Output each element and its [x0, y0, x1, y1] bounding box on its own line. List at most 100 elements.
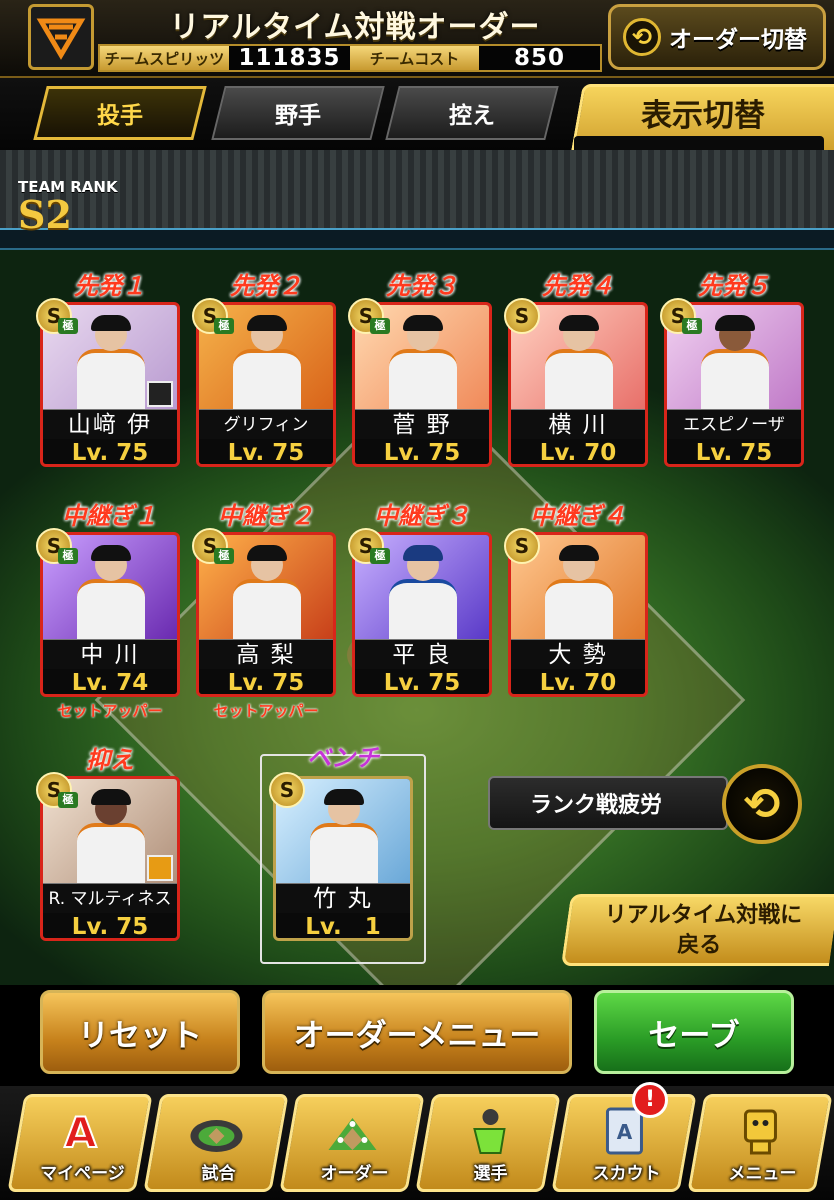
player-name: 横 川 — [511, 409, 645, 439]
player-level: Lv. 70 — [511, 669, 645, 694]
save-button[interactable]: セーブ — [594, 990, 794, 1074]
player-level: Lv. 70 — [511, 439, 645, 464]
page-title: リアルタイム対戦オーダー — [169, 10, 541, 45]
order-menu-button[interactable]: オーダーメニュー — [262, 990, 572, 1074]
nav-label: スカウト — [592, 1164, 661, 1184]
rank-s-badge-icon: S — [504, 528, 540, 564]
team-cost-label: チームコスト — [350, 46, 479, 70]
scout-alert-badge: ! — [632, 1082, 668, 1118]
fatigue-refresh-icon[interactable]: ⟲ — [722, 764, 802, 844]
team-cost-value: 850 — [478, 45, 600, 71]
nav-order[interactable]: オーダー — [279, 1094, 425, 1192]
player-icon — [458, 1103, 518, 1161]
slot-label: 中継ぎ１ — [62, 502, 158, 530]
nav-label: マイページ — [40, 1164, 125, 1184]
slot-label: 先発２ — [230, 272, 302, 300]
player-level: Lv. 75 — [43, 439, 177, 464]
team-rank: TEAM RANK S2 — [18, 178, 138, 238]
rank-s-badge-icon: S — [192, 528, 234, 564]
tab-fielder[interactable]: 野手 — [211, 86, 385, 140]
slot-label: 先発４ — [542, 272, 614, 300]
back-button-line1: リアルタイム対戦に — [604, 903, 803, 928]
order-switch-button[interactable]: ⟲ オーダー切替 — [608, 4, 826, 70]
slot-label: 中継ぎ３ — [374, 502, 470, 530]
nav-players[interactable]: 選手 — [415, 1094, 561, 1192]
tab-fielder-label: 野手 — [275, 103, 321, 129]
closer-slot[interactable]: 抑え R. マルティネス Lv. 75 S — [36, 746, 180, 941]
rank-s-badge-icon: S — [36, 772, 78, 808]
player-name: エスピノーザ — [667, 409, 801, 439]
slot-label: 先発３ — [386, 272, 458, 300]
reliever-slot-2[interactable]: 中継ぎ２ 高 梨 Lv. 75 S セットアッパー — [192, 502, 336, 720]
nav-game[interactable]: 試合 — [143, 1094, 289, 1192]
starter-slot-3[interactable]: 先発３ 菅 野 Lv. 75 S — [348, 272, 492, 467]
tab-reserve-label: 控え — [449, 103, 495, 129]
giants-logo-icon — [28, 4, 94, 70]
slot-label: 中継ぎ４ — [530, 502, 626, 530]
player-level: Lv. 1 — [276, 913, 410, 938]
starter-slot-2[interactable]: 先発２ グリフィン Lv. 75 S — [192, 272, 336, 467]
team-spirits-label: チームスピリッツ — [100, 46, 229, 70]
rank-s-badge-icon: S — [36, 298, 78, 334]
field-icon — [322, 1103, 382, 1161]
menu-character-icon — [730, 1103, 790, 1161]
player-name: グリフィン — [199, 409, 333, 439]
team-spirits-value: 111835 — [228, 45, 350, 71]
starter-slot-4[interactable]: 先発４ 横 川 Lv. 70 S — [504, 272, 648, 467]
bottom-nav: A マイページ 試合 オーダー 選手 A スカウト メニュー — [0, 1086, 834, 1200]
rank-s-badge-icon: S — [504, 298, 540, 334]
back-button-line2: 戻る — [677, 933, 722, 958]
role-label: セットアッパー — [57, 702, 163, 720]
nav-scout[interactable]: A スカウト — [551, 1094, 697, 1192]
player-level: Lv. 74 — [43, 669, 177, 694]
starter-slot-5[interactable]: 先発５ エスピノーザ Lv. 75 S — [660, 272, 804, 467]
slot-label: 中継ぎ２ — [218, 502, 314, 530]
header: リアルタイム対戦オーダー チームスピリッツ 111835 チームコスト 850 … — [0, 0, 834, 78]
rank-s-badge-icon: S — [269, 772, 305, 808]
back-to-realtime-button[interactable]: リアルタイム対戦に 戻る — [560, 894, 834, 966]
player-name: R. マルティネス — [43, 883, 177, 913]
player-level: Lv. 75 — [355, 669, 489, 694]
player-level: Lv. 75 — [43, 913, 177, 938]
tab-pitcher[interactable]: 投手 — [33, 86, 207, 140]
status-marker — [147, 855, 173, 881]
rank-s-badge-icon: S — [192, 298, 234, 334]
nav-menu[interactable]: メニュー — [687, 1094, 833, 1192]
starter-slot-1[interactable]: 先発１ 山﨑 伊 Lv. 75 S — [36, 272, 180, 467]
stadium-icon — [186, 1103, 246, 1161]
team-stats: チームスピリッツ 111835 チームコスト 850 — [98, 44, 602, 72]
a-logo-icon: A — [63, 1107, 98, 1158]
slot-label: 先発１ — [74, 272, 146, 300]
tab-reserve[interactable]: 控え — [385, 86, 559, 140]
reliever-slot-1[interactable]: 中継ぎ１ 中 川 Lv. 74 S セットアッパー — [36, 502, 180, 720]
rank-s-badge-icon: S — [348, 528, 390, 564]
reliever-slot-4[interactable]: 中継ぎ４ 大 勢 Lv. 70 S — [504, 502, 648, 697]
nav-label: 選手 — [473, 1164, 508, 1184]
nav-label: オーダー — [320, 1164, 389, 1184]
swap-icon: ⟲ — [623, 18, 661, 56]
player-name: 菅 野 — [355, 409, 489, 439]
display-switch-label[interactable]: 表示切替 — [578, 90, 828, 134]
rank-s-badge-icon: S — [348, 298, 390, 334]
player-name: 山﨑 伊 — [43, 409, 177, 439]
status-marker — [147, 381, 173, 407]
player-name: 高 梨 — [199, 639, 333, 669]
nav-mypage[interactable]: A マイページ — [7, 1094, 153, 1192]
player-name: 平 良 — [355, 639, 489, 669]
player-name: 竹 丸 — [276, 883, 410, 913]
slot-label: ベンチ — [307, 744, 379, 772]
team-rank-value: S2 — [18, 192, 72, 237]
slot-label: 抑え — [86, 746, 134, 774]
rank-s-badge-icon: S — [36, 528, 78, 564]
player-level: Lv. 75 — [355, 439, 489, 464]
role-label: セットアッパー — [213, 702, 319, 720]
slot-label: 先発５ — [698, 272, 770, 300]
player-level: Lv. 75 — [199, 669, 333, 694]
bench-slot[interactable]: 竹 丸 Lv. 1 S — [269, 772, 413, 941]
svg-text:A: A — [617, 1120, 633, 1144]
rank-s-badge-icon: S — [660, 298, 702, 334]
reliever-slot-3[interactable]: 中継ぎ３ 平 良 Lv. 75 S — [348, 502, 492, 697]
rank-fatigue-label: ランク戦疲労 — [488, 776, 728, 830]
reset-button[interactable]: リセット — [40, 990, 240, 1074]
player-level: Lv. 75 — [667, 439, 801, 464]
